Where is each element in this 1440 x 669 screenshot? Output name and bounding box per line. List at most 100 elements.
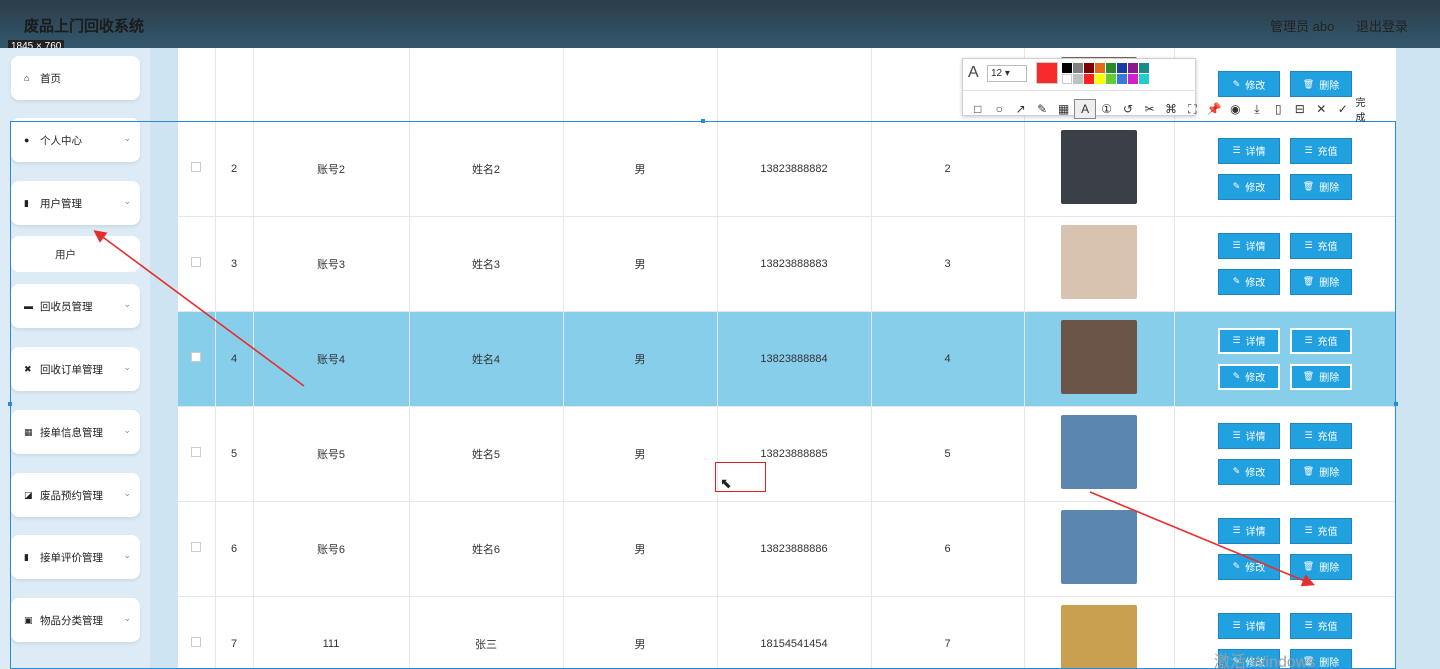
user-icon: ● [24,135,30,145]
color-swatch[interactable] [1128,74,1138,84]
table-row[interactable]: 6 账号6 姓名6 男 13823888886 6 ☰ 详情 ☰ 充值 ✎ 修改 🗑 删除 [178,501,1396,597]
cell-phone: 13823888883 [717,216,872,312]
text-tool-icon[interactable]: A [1074,99,1096,119]
sidebar-item-3[interactable]: ▬ 回收员管理 ⌄ [11,284,140,328]
color-swatch[interactable] [1128,63,1138,73]
sidebar-item-5[interactable]: ▦ 接单信息管理 ⌄ [11,410,140,454]
document-icon: ☰ [1304,620,1313,630]
edit-button[interactable]: ✎ 修改 [1218,173,1280,200]
detail-button[interactable]: ☰ 详情 [1218,517,1280,544]
trash-icon: 🗑 [1302,181,1315,191]
ticket-icon: ✖ [24,364,32,374]
logout-link[interactable]: 退出登录 [1356,19,1408,34]
done-button[interactable]: 完成 [1355,94,1375,124]
detail-button[interactable]: ☰ 详情 [1218,232,1280,259]
recharge-button[interactable]: ☰ 充值 [1290,517,1352,544]
briefcase-icon: ▬ [24,301,33,311]
sidebar-item-2[interactable]: ▮ 用户管理 ⌄ [11,181,140,225]
color-swatch[interactable] [1095,74,1105,84]
color-swatch[interactable] [1084,74,1094,84]
close-icon[interactable]: ✕ [1311,99,1332,119]
trash-icon: 🗑 [1302,371,1315,381]
color-swatch[interactable] [1139,74,1149,84]
cell-gender: 男 [563,406,718,502]
current-color-swatch[interactable] [1036,62,1058,84]
sidebar-item-0[interactable]: ⌂ 首页 [11,56,140,100]
recharge-button[interactable]: ☰ 充值 [1290,612,1352,639]
chevron-down-icon: ⌄ [123,196,131,206]
row-checkbox[interactable] [191,637,202,647]
document-icon: ☰ [1232,430,1241,440]
color-swatch[interactable] [1073,63,1083,73]
recharge-button[interactable]: ☰ 充值 [1290,232,1352,259]
delete-button[interactable]: 🗑 删除 [1290,268,1352,295]
color-swatch[interactable] [1073,74,1083,84]
row-checkbox[interactable] [191,352,202,362]
record-icon[interactable]: ◉ [1225,99,1246,119]
detail-button[interactable]: ☰ 详情 [1218,327,1280,354]
arrow-tool-icon[interactable]: ↗ [1010,99,1031,119]
ocr-icon[interactable]: ⌘ [1160,99,1181,119]
sidebar-subitem-users[interactable]: 用户 [11,236,140,272]
cut-icon[interactable]: ✂ [1139,99,1160,119]
sidebar-item-7[interactable]: ▮ 接单评价管理 ⌄ [11,535,140,579]
number-tool-icon[interactable]: ① [1096,99,1117,119]
detail-button[interactable]: ☰ 详情 [1218,422,1280,449]
pencil-icon: ✎ [1232,181,1241,191]
pen-tool-icon[interactable]: ✎ [1031,99,1052,119]
delete-button[interactable]: 🗑 删除 [1290,553,1352,580]
recharge-button[interactable]: ☰ 充值 [1290,137,1352,164]
color-swatch[interactable] [1117,63,1127,73]
mouse-cursor-icon: ⬉ [720,475,732,491]
document-icon: ☰ [1304,430,1313,440]
chevron-down-icon: ⌄ [123,299,131,309]
scan-icon[interactable]: ⛶ [1182,99,1203,119]
color-swatch[interactable] [1062,63,1072,73]
check-icon[interactable]: ✓ [1332,99,1353,119]
edit-button[interactable]: ✎ 修改 [1218,363,1280,390]
color-swatch[interactable] [1117,74,1127,84]
color-swatch[interactable] [1106,74,1116,84]
table-row[interactable]: 3 账号3 姓名3 男 13823888883 3 ☰ 详情 ☰ 充值 ✎ 修改 🗑 删除 [178,216,1396,312]
cell-index: 3 [215,216,254,312]
row-checkbox[interactable] [191,447,202,457]
edit-button[interactable]: ✎ 修改 [1218,553,1280,580]
recharge-button[interactable]: ☰ 充值 [1290,422,1352,449]
pencil-icon: ✎ [1232,466,1241,476]
delete-button[interactable]: 🗑 删除 [1290,458,1352,485]
sidebar-item-8[interactable]: ▣ 物品分类管理 ⌄ [11,598,140,642]
delete-button[interactable]: 🗑 删除 [1290,173,1352,200]
undo-icon[interactable]: ↺ [1117,99,1138,119]
row-checkbox[interactable] [191,162,202,172]
trash-icon: 🗑 [1302,276,1315,286]
color-swatch[interactable] [1139,63,1149,73]
recharge-button[interactable]: ☰ 充值 [1290,327,1352,354]
sidebar-item-6[interactable]: ◪ 废品预约管理 ⌄ [11,473,140,517]
sidebar-item-4[interactable]: ✖ 回收订单管理 ⌄ [11,347,140,391]
pin-icon[interactable]: 📌 [1203,99,1224,119]
trash-icon: 🗑 [1302,561,1315,571]
detail-button[interactable]: ☰ 详情 [1218,612,1280,639]
color-swatch[interactable] [1106,63,1116,73]
sidebar-item-1[interactable]: ● 个人中心 ⌄ [11,118,140,162]
phone-icon[interactable]: ▯ [1268,99,1289,119]
rectangle-tool-icon[interactable]: □ [967,99,988,119]
color-swatch[interactable] [1062,74,1072,84]
font-size-select[interactable]: 12 ▾ [987,65,1027,82]
color-swatch[interactable] [1084,63,1094,73]
detail-button[interactable]: ☰ 详情 [1218,137,1280,164]
ellipse-tool-icon[interactable]: ○ [988,99,1009,119]
color-swatch[interactable] [1095,63,1105,73]
bookmark-icon[interactable]: ⊟ [1289,99,1310,119]
table-row[interactable]: 4 账号4 姓名4 男 13823888884 4 ☰ 详情 ☰ 充值 ✎ 修改 🗑 删除 [178,311,1396,407]
download-icon[interactable]: ⤓ [1246,99,1267,119]
edit-button[interactable]: ✎ 修改 [1218,268,1280,295]
row-checkbox[interactable] [191,257,202,267]
table-row[interactable]: 2 账号2 姓名2 男 13823888882 2 ☰ 详情 ☰ 充值 ✎ 修改 🗑 删除 [178,121,1396,217]
screenshot-annotation-toolbar: A 12 ▾ □ ○ ↗ ✎ ▦ A ① ↺ ✂ ⌘ ⛶ 📌 ◉ ⤓ ▯ ⊟ ✕… [962,58,1365,124]
delete-button[interactable]: 🗑 删除 [1290,363,1352,390]
table-row[interactable]: 5 账号5 姓名5 男 13823888885 5 ☰ 详情 ☰ 充值 ✎ 修改 🗑 删除 [178,406,1396,502]
edit-button[interactable]: ✎ 修改 [1218,458,1280,485]
mosaic-tool-icon[interactable]: ▦ [1053,99,1074,119]
row-checkbox[interactable] [191,542,202,552]
